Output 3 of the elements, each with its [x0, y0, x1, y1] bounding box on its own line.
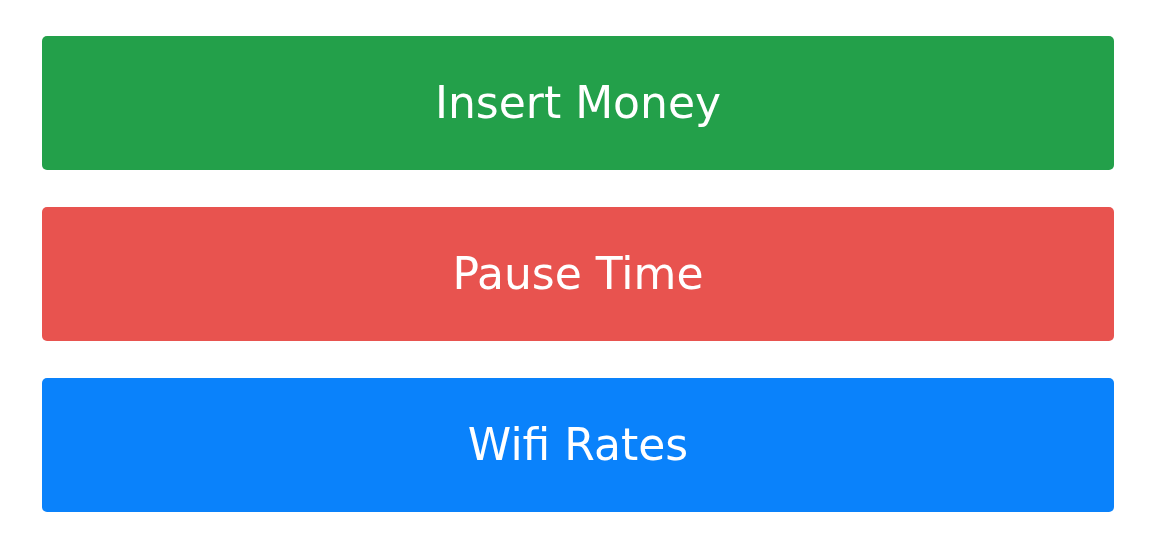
action-button[interactable]: Wifi Rates: [42, 378, 1114, 512]
action-button[interactable]: Insert Money: [42, 36, 1114, 170]
action-button[interactable]: Pause Time: [42, 207, 1114, 341]
